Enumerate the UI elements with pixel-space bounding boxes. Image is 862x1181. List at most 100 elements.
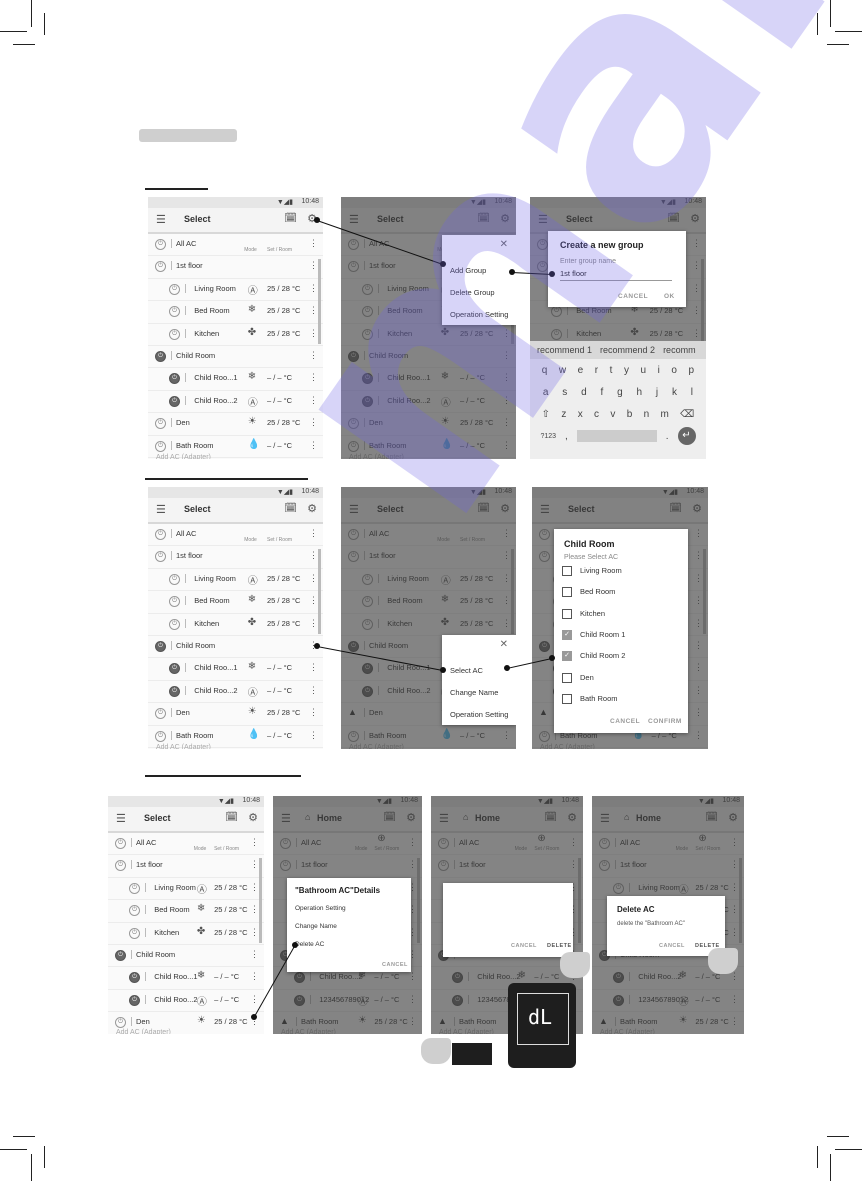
more-icon[interactable]: ⋮ — [309, 573, 318, 584]
delete-button[interactable]: DELETE — [547, 943, 572, 949]
more-icon[interactable]: ⋮ — [309, 260, 318, 271]
power-icon[interactable]: ⏻ — [155, 529, 166, 540]
power-icon[interactable]: ⏻ — [155, 640, 166, 652]
list-item[interactable]: ⏻Child Room⋮ — [148, 636, 323, 659]
list-item[interactable]: ⏻ 1st floor ⋮ — [148, 546, 323, 569]
power-icon[interactable]: ⏻ — [115, 838, 126, 849]
more-icon[interactable]: ⋮ — [309, 372, 318, 383]
more-icon[interactable]: ⋮ — [309, 328, 318, 339]
key[interactable]: v — [610, 409, 615, 420]
key[interactable]: ⌫ — [680, 409, 694, 420]
list-item[interactable]: ⏻Child Roo...1❄– / – °C⋮ — [108, 967, 264, 990]
power-icon[interactable]: ⏻ — [129, 882, 140, 894]
more-icon[interactable]: ⋮ — [309, 730, 318, 741]
list-item[interactable]: ⏻ Kitchen ✤ 25 / 28 °C ⋮ — [148, 614, 323, 636]
cancel-button[interactable]: CANCEL — [610, 718, 640, 725]
list-item[interactable]: ⏻ All AC Mode Set / Room ⋮ — [108, 833, 264, 856]
symbols-key[interactable]: ?123 — [540, 433, 556, 440]
list-item[interactable]: ⏻ Bed Room ❄ 25 / 28 °C ⋮ — [148, 591, 323, 614]
more-icon[interactable]: ⋮ — [250, 882, 259, 893]
more-icon[interactable]: ⋮ — [250, 971, 259, 982]
key[interactable]: q — [542, 365, 548, 376]
power-icon[interactable]: ⏻ — [169, 596, 180, 608]
power-icon[interactable]: ⏻ — [155, 261, 166, 273]
list-item[interactable]: ⏻Living RoomⒶ25 / 28 °C⋮ — [148, 279, 323, 302]
key[interactable]: b — [627, 409, 633, 420]
checkbox-label[interactable]: Bed Room — [580, 587, 615, 596]
menu-icon[interactable]: ☰ — [156, 503, 166, 516]
more-icon[interactable]: ⋮ — [250, 994, 259, 1005]
power-icon[interactable]: ⏻ — [155, 708, 166, 720]
list-item[interactable]: ⏻Child Roo...2Ⓐ– / – °C⋮ — [108, 990, 264, 1013]
power-icon[interactable]: ⏻ — [115, 860, 126, 872]
more-icon[interactable]: ⋮ — [309, 595, 318, 606]
checkbox[interactable] — [562, 587, 572, 598]
key[interactable]: i — [658, 365, 660, 376]
more-icon[interactable]: ⋮ — [309, 662, 318, 673]
power-icon[interactable]: ⏻ — [155, 350, 166, 362]
suggestion[interactable]: recommend 1 — [537, 345, 592, 355]
key[interactable]: o — [671, 365, 677, 376]
suggestion[interactable]: recomm — [663, 345, 696, 355]
power-icon[interactable]: ⏻ — [155, 440, 166, 452]
power-icon[interactable]: ⏻ — [129, 994, 140, 1006]
key[interactable]: u — [641, 365, 647, 376]
power-icon[interactable]: ⏻ — [169, 573, 180, 585]
power-icon[interactable]: ⏻ — [169, 328, 180, 340]
key[interactable]: n — [644, 409, 650, 420]
menu-item[interactable]: Operation Setting — [450, 710, 508, 719]
power-icon[interactable]: ⏻ — [169, 618, 180, 630]
list-item[interactable]: ⏻Child Roo...1❄– / – °C⋮ — [148, 658, 323, 681]
power-icon[interactable]: ⏻ — [169, 395, 180, 407]
more-icon[interactable]: ⋮ — [309, 350, 318, 361]
close-icon[interactable]: ✕ — [500, 239, 508, 250]
key[interactable]: f — [601, 387, 604, 398]
remote-button[interactable] — [452, 1043, 492, 1065]
menu-item[interactable]: Add Group — [450, 266, 486, 275]
more-icon[interactable]: ⋮ — [250, 927, 259, 938]
menu-item[interactable]: Select AC — [450, 666, 483, 675]
cancel-button[interactable]: CANCEL — [382, 962, 408, 968]
list-item[interactable]: ⏻Child Room⋮ — [108, 945, 264, 968]
key[interactable]: w — [559, 365, 566, 376]
checkbox-label[interactable]: Child Room 1 — [580, 630, 625, 639]
cancel-button[interactable]: CANCEL — [511, 943, 537, 949]
more-icon[interactable]: ⋮ — [250, 949, 259, 960]
list-item[interactable]: ⏻ Bed Room ❄ 25 / 28 °C ⋮ — [148, 301, 323, 324]
list-item[interactable]: ⏻Child Roo...2Ⓐ– / – °C⋮ — [148, 391, 323, 414]
gear-icon[interactable]: ⚙ — [307, 502, 317, 515]
more-icon[interactable]: ⋮ — [309, 707, 318, 718]
list-item[interactable]: ⏻ All AC Mode Set / Room ⋮ — [148, 524, 323, 547]
cancel-button[interactable]: CANCEL — [618, 293, 648, 300]
close-icon[interactable]: ✕ — [500, 639, 508, 650]
checkbox[interactable] — [562, 693, 572, 704]
menu-item[interactable]: Delete Group — [450, 288, 495, 297]
power-icon[interactable]: ⏻ — [129, 927, 140, 939]
checkbox-label[interactable]: Kitchen — [580, 609, 605, 618]
confirm-button[interactable]: CONFIRM — [648, 718, 682, 725]
more-icon[interactable]: ⋮ — [309, 305, 318, 316]
power-icon[interactable]: ⏻ — [169, 663, 180, 675]
add-ac-link[interactable]: Add AC (Adapter) — [156, 744, 211, 749]
key[interactable]: y — [624, 365, 629, 376]
list-item[interactable]: ⏻Child Roo...2Ⓐ– / – °C⋮ — [148, 681, 323, 704]
power-icon[interactable]: ⏻ — [129, 972, 140, 984]
power-icon[interactable]: ⏻ — [155, 551, 166, 563]
more-icon[interactable]: ⋮ — [309, 417, 318, 428]
menu-item[interactable]: Operation Setting — [295, 905, 346, 912]
list-item[interactable]: ⏻Living RoomⒶ25 / 28 °C⋮ — [108, 878, 264, 901]
key[interactable]: z — [561, 409, 566, 420]
power-icon[interactable]: ⏻ — [169, 283, 180, 295]
key[interactable]: g — [617, 387, 623, 398]
key[interactable]: m — [660, 409, 668, 420]
key[interactable]: s — [562, 387, 567, 398]
key[interactable]: ⇧ — [542, 409, 550, 420]
power-icon[interactable]: ⏻ — [115, 1017, 126, 1029]
key[interactable]: x — [578, 409, 583, 420]
power-icon[interactable]: ⏻ — [169, 306, 180, 318]
more-icon[interactable]: ⋮ — [309, 440, 318, 451]
list-item[interactable]: ⏻ Kitchen ✤ 25 / 28 °C ⋮ — [148, 324, 323, 346]
list-item[interactable]: ⏻Child Roo...1❄– / – °C⋮ — [148, 368, 323, 391]
checkbox[interactable]: ✓ — [562, 629, 572, 640]
checkbox[interactable] — [562, 672, 572, 683]
